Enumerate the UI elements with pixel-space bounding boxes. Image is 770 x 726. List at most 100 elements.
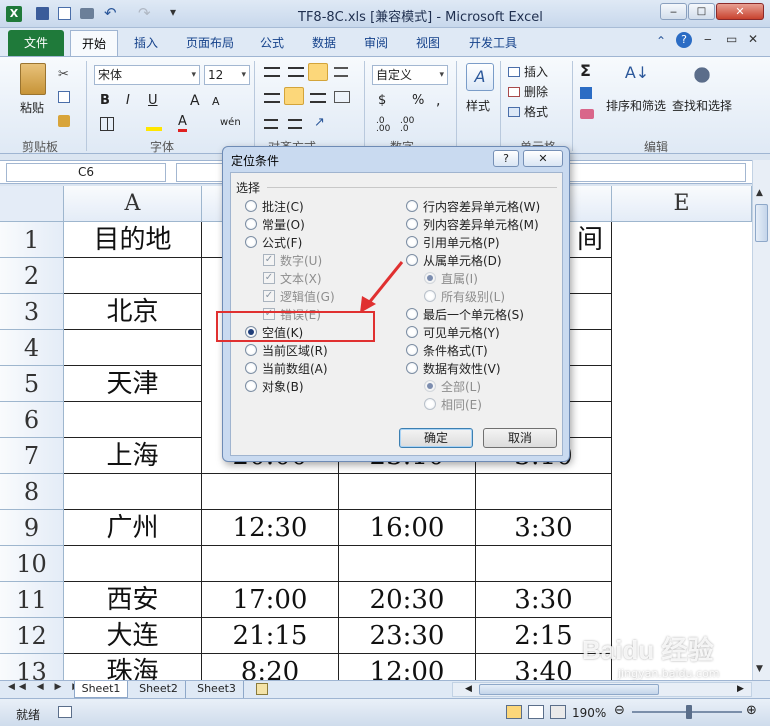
cell-b9[interactable]: 12:30 bbox=[202, 510, 339, 546]
radio-icon[interactable] bbox=[406, 326, 418, 338]
maximize-button[interactable]: □ bbox=[688, 3, 715, 20]
cell-d10[interactable] bbox=[476, 546, 612, 582]
align-right-icon[interactable] bbox=[310, 93, 326, 103]
option-comments[interactable]: 批注(C) bbox=[245, 198, 304, 214]
workbook-close-icon[interactable]: ✕ bbox=[748, 32, 758, 46]
print-preview-icon[interactable] bbox=[58, 7, 71, 20]
find-select-icon[interactable] bbox=[690, 63, 714, 87]
radio-icon[interactable] bbox=[406, 344, 418, 356]
insert-cells-button[interactable]: 插入 bbox=[524, 63, 548, 80]
underline-button[interactable]: U bbox=[148, 93, 158, 108]
bold-button[interactable]: B bbox=[100, 93, 110, 108]
option-formulas[interactable]: 公式(F) bbox=[245, 234, 302, 250]
workbook-restore-icon[interactable]: ▭ bbox=[726, 32, 737, 46]
dialog-close-button[interactable]: ✕ bbox=[523, 150, 563, 167]
ok-button[interactable]: 确定 bbox=[399, 428, 473, 448]
format-painter-icon[interactable] bbox=[58, 115, 70, 127]
styles-button[interactable]: 样式 bbox=[466, 97, 490, 114]
comma-style-icon[interactable]: , bbox=[436, 93, 440, 109]
cell-a9[interactable]: 广州 bbox=[64, 510, 202, 546]
align-center-icon[interactable] bbox=[284, 87, 304, 105]
cell-b10[interactable] bbox=[202, 546, 339, 582]
tab-formulas[interactable]: 公式 bbox=[250, 30, 294, 56]
tab-file[interactable]: 文件 bbox=[8, 30, 64, 56]
radio-icon[interactable] bbox=[406, 218, 418, 230]
cell-c13[interactable]: 12:00 bbox=[339, 654, 476, 680]
insert-cells-icon[interactable] bbox=[508, 67, 520, 77]
row-header-5[interactable]: 5 bbox=[0, 366, 64, 402]
cell-c9[interactable]: 16:00 bbox=[339, 510, 476, 546]
redo-icon[interactable]: ↷ bbox=[138, 4, 151, 22]
help-icon[interactable]: ? bbox=[676, 32, 692, 48]
column-header-e[interactable]: E bbox=[612, 186, 752, 222]
close-button[interactable]: ✕ bbox=[716, 3, 764, 20]
tab-view[interactable]: 视图 bbox=[406, 30, 450, 56]
cell-a10[interactable] bbox=[64, 546, 202, 582]
cell-d11[interactable]: 3:30 bbox=[476, 582, 612, 618]
scroll-up-icon[interactable]: ▲ bbox=[756, 188, 763, 198]
font-size-select[interactable]: 12 ▾ bbox=[204, 65, 250, 85]
chevron-down-icon[interactable]: ▾ bbox=[241, 66, 246, 84]
align-left-icon[interactable] bbox=[264, 93, 280, 103]
cell-b8[interactable] bbox=[202, 474, 339, 510]
outdent-icon[interactable] bbox=[288, 119, 302, 129]
row-header-7[interactable]: 7 bbox=[0, 438, 64, 474]
page-break-view-icon[interactable] bbox=[550, 705, 566, 719]
option-precedents[interactable]: 引用单元格(P) bbox=[406, 234, 500, 250]
column-header-a[interactable]: A bbox=[64, 186, 202, 222]
radio-icon[interactable] bbox=[245, 200, 257, 212]
cell-d9[interactable]: 3:30 bbox=[476, 510, 612, 546]
currency-button[interactable]: $ bbox=[378, 93, 386, 108]
cell-a6[interactable] bbox=[64, 402, 202, 438]
customize-toolbar-icon[interactable]: ▾ bbox=[170, 5, 176, 19]
zoom-in-icon[interactable]: ⊕ bbox=[746, 703, 757, 718]
row-header-2[interactable]: 2 bbox=[0, 258, 64, 294]
indent-icon[interactable] bbox=[264, 119, 278, 129]
sheet-tab-sheet2[interactable]: Sheet2 bbox=[132, 681, 186, 698]
fill-color-icon[interactable] bbox=[146, 115, 162, 131]
copy-icon[interactable] bbox=[58, 91, 70, 103]
percent-button[interactable]: % bbox=[412, 93, 424, 108]
cell-a13[interactable]: 珠海 bbox=[64, 654, 202, 680]
decrease-decimal-icon[interactable]: .00.0 bbox=[400, 117, 414, 134]
macro-record-icon[interactable] bbox=[58, 706, 72, 718]
chevron-down-icon[interactable]: ▾ bbox=[439, 66, 444, 84]
vertical-scrollbar[interactable]: ▲ ▼ bbox=[752, 160, 770, 680]
cell-b11[interactable]: 17:00 bbox=[202, 582, 339, 618]
tab-page-layout[interactable]: 页面布局 bbox=[178, 30, 242, 56]
name-box[interactable]: C6 bbox=[6, 163, 166, 182]
radio-icon[interactable] bbox=[406, 308, 418, 320]
save-icon[interactable] bbox=[36, 7, 49, 20]
workbook-minimize-icon[interactable]: ‒ bbox=[704, 32, 712, 46]
radio-icon[interactable] bbox=[245, 236, 257, 248]
italic-button[interactable]: I bbox=[126, 93, 130, 108]
format-cells-button[interactable]: 格式 bbox=[524, 103, 548, 120]
insert-sheet-icon[interactable] bbox=[256, 683, 268, 695]
row-header-6[interactable]: 6 bbox=[0, 402, 64, 438]
cell-a2[interactable] bbox=[64, 258, 202, 294]
cell-a8[interactable] bbox=[64, 474, 202, 510]
page-layout-view-icon[interactable] bbox=[528, 705, 544, 719]
sheet-tab-sheet3[interactable]: Sheet3 bbox=[190, 681, 244, 698]
autosum-icon[interactable]: Σ bbox=[580, 61, 591, 80]
radio-icon[interactable] bbox=[245, 380, 257, 392]
minimize-button[interactable]: ‒ bbox=[660, 3, 687, 20]
chevron-down-icon[interactable]: ▾ bbox=[191, 66, 196, 84]
tab-home[interactable]: 开始 bbox=[70, 30, 118, 56]
tab-review[interactable]: 审阅 bbox=[354, 30, 398, 56]
cell-a11[interactable]: 西安 bbox=[64, 582, 202, 618]
clear-icon[interactable] bbox=[580, 109, 594, 119]
tab-developer[interactable]: 开发工具 bbox=[460, 30, 526, 56]
row-header-3[interactable]: 3 bbox=[0, 294, 64, 330]
align-middle-icon[interactable] bbox=[288, 67, 304, 77]
row-header-12[interactable]: 12 bbox=[0, 618, 64, 654]
cell-a5[interactable]: 天津 bbox=[64, 366, 202, 402]
font-name-select[interactable]: 宋体 ▾ bbox=[94, 65, 200, 85]
styles-icon[interactable]: A bbox=[466, 63, 494, 91]
cell-d8[interactable] bbox=[476, 474, 612, 510]
cell-b13[interactable]: 8:20 bbox=[202, 654, 339, 680]
option-visible-cells[interactable]: 可见单元格(Y) bbox=[406, 324, 500, 340]
ribbon-minimize-icon[interactable]: ⌃ bbox=[656, 34, 666, 48]
row-header-9[interactable]: 9 bbox=[0, 510, 64, 546]
border-icon[interactable] bbox=[100, 117, 114, 131]
